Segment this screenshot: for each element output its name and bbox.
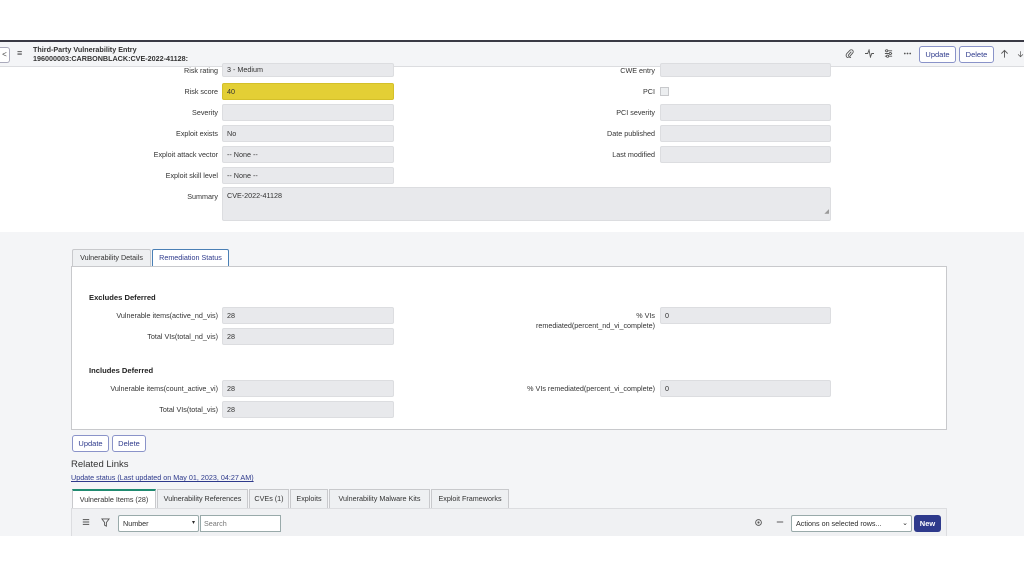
pct-label: % VIs remediated(percent_vi_complete) <box>527 384 655 393</box>
exploit-skill-level-field[interactable]: -- None -- <box>222 167 394 184</box>
menu-icon[interactable]: ≡ <box>17 48 22 58</box>
record-number: 196000003:CARBONBLACK:CVE-2022-41128: <box>33 53 188 63</box>
actions-select[interactable]: Actions on selected rows... ⌄ <box>791 515 912 532</box>
cwe-entry-field[interactable] <box>660 63 831 77</box>
list-search-input[interactable]: Search <box>200 515 281 532</box>
tab-vulnerability-malware-kits[interactable]: Vulnerability Malware Kits <box>329 489 430 508</box>
tab-remediation-status[interactable]: Remediation Status <box>152 249 229 267</box>
severity-field[interactable] <box>222 104 394 121</box>
activity-icon[interactable] <box>865 48 874 60</box>
pct-nd-label: % VIs remediated(percent_nd_vi_complete) <box>490 311 655 331</box>
tab-exploits[interactable]: Exploits <box>290 489 328 508</box>
pci-checkbox[interactable] <box>660 87 669 96</box>
risk-score-label: Risk score <box>184 87 218 96</box>
last-modified-field[interactable] <box>660 146 831 163</box>
filter-icon[interactable] <box>101 518 110 529</box>
pci-severity-label: PCI severity <box>616 108 655 117</box>
settings-sliders-icon[interactable] <box>884 49 893 60</box>
exploit-attack-vector-field[interactable]: -- None -- <box>222 146 394 163</box>
collapse-icon[interactable] <box>776 518 784 528</box>
risk-score-field[interactable]: 40 <box>222 83 394 100</box>
actions-select-value: Actions on selected rows... <box>796 519 882 528</box>
excludes-deferred-heading: Excludes Deferred <box>89 293 156 302</box>
risk-rating-field[interactable]: 3 - Medium <box>222 63 394 77</box>
related-links-heading: Related Links <box>71 459 129 470</box>
cwe-entry-label: CWE entry <box>620 66 655 75</box>
record-title: Third-Party Vulnerability Entry 19600000… <box>33 45 188 63</box>
delete-button[interactable]: Delete <box>959 46 994 63</box>
list-toolbar: Number ▾ Search Actions on selected rows… <box>71 508 947 536</box>
date-published-field[interactable] <box>660 125 831 142</box>
arrow-down-icon[interactable] <box>1017 49 1024 61</box>
list-menu-icon[interactable] <box>82 518 90 528</box>
footer-delete-button[interactable]: Delete <box>112 435 146 452</box>
arrow-up-icon[interactable] <box>1000 49 1009 61</box>
risk-rating-label: Risk rating <box>184 66 218 75</box>
summary-value: CVE-2022-41128 <box>227 191 283 200</box>
vuln-items-label: Vulnerable items(count_active_vi) <box>110 384 218 393</box>
tab-vulnerable-items[interactable]: Vulnerable Items (28) <box>72 489 156 508</box>
summary-label: Summary <box>187 192 218 201</box>
vuln-items-nd-field[interactable]: 28 <box>222 307 394 324</box>
exploit-exists-field[interactable]: No <box>222 125 394 142</box>
pct-nd-field[interactable]: 0 <box>660 307 831 324</box>
pct-field[interactable]: 0 <box>660 380 831 397</box>
total-vis-field[interactable]: 28 <box>222 401 394 418</box>
date-published-label: Date published <box>607 129 655 138</box>
update-button[interactable]: Update <box>919 46 956 63</box>
search-field-value: Number <box>123 519 149 528</box>
more-icon[interactable] <box>903 49 912 60</box>
chevron-down-icon: ⌄ <box>902 520 908 527</box>
new-button[interactable]: New <box>914 515 941 532</box>
pct-nd-label-line2: remediated(percent_nd_vi_complete) <box>535 321 655 330</box>
tab-vulnerability-references[interactable]: Vulnerability References <box>157 489 248 508</box>
pct-nd-label-line1: % VIs <box>636 311 655 320</box>
last-modified-label: Last modified <box>612 150 655 159</box>
resize-handle-icon[interactable]: ◢ <box>824 205 829 220</box>
pci-label: PCI <box>643 87 655 96</box>
exploit-attack-vector-label: Exploit attack vector <box>153 150 218 159</box>
total-vis-label: Total VIs(total_vis) <box>159 405 218 414</box>
exploit-exists-label: Exploit exists <box>176 129 218 138</box>
app-frame: < ≡ Third-Party Vulnerability Entry 1960… <box>0 0 1024 576</box>
vuln-items-field[interactable]: 28 <box>222 380 394 397</box>
total-vis-nd-label: Total VIs(total_nd_vis) <box>147 332 218 341</box>
search-field-select[interactable]: Number ▾ <box>118 515 199 532</box>
gear-icon[interactable] <box>754 518 763 529</box>
back-button[interactable]: < <box>0 47 10 63</box>
summary-field[interactable]: CVE-2022-41128 ◢ <box>222 187 831 221</box>
tab-vulnerability-details[interactable]: Vulnerability Details <box>72 249 151 267</box>
total-vis-nd-field[interactable]: 28 <box>222 328 394 345</box>
footer-update-button[interactable]: Update <box>72 435 109 452</box>
record-header: < ≡ Third-Party Vulnerability Entry 1960… <box>0 40 1024 67</box>
vuln-items-nd-label: Vulnerable items(active_nd_vis) <box>116 311 218 320</box>
tab-cves[interactable]: CVEs (1) <box>249 489 289 508</box>
severity-label: Severity <box>192 108 218 117</box>
tab-exploit-frameworks[interactable]: Exploit Frameworks <box>431 489 509 508</box>
paperclip-icon[interactable] <box>845 49 854 60</box>
pci-severity-field[interactable] <box>660 104 831 121</box>
exploit-skill-level-label: Exploit skill level <box>165 171 218 180</box>
chevron-down-icon: ▾ <box>191 520 195 526</box>
includes-deferred-heading: Includes Deferred <box>89 366 154 375</box>
update-status-link[interactable]: Update status (Last updated on May 01, 2… <box>71 473 254 482</box>
